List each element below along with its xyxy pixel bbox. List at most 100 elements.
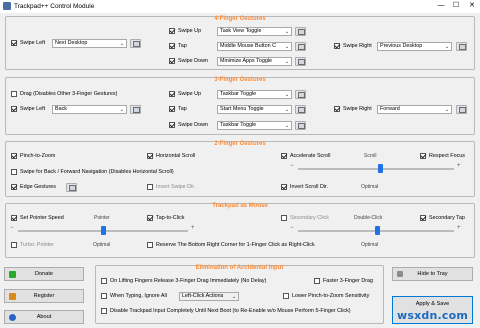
three-swipe-down-settings-button[interactable]: [295, 121, 306, 130]
checkbox[interactable]: [169, 43, 175, 49]
three-swipe-up-select[interactable]: Taskbar Toggle ⌄: [217, 90, 292, 99]
four-swipe-down-settings-button[interactable]: [295, 57, 306, 66]
three-swipe-right-select[interactable]: Forward ⌄: [377, 105, 452, 114]
about-button[interactable]: About: [4, 310, 84, 324]
three-finger-title: 3-Finger Gestures: [214, 77, 266, 83]
maximize-button[interactable]: ☐: [449, 1, 463, 11]
dblclick-label: Double-Click: [354, 215, 383, 221]
four-swipe-left[interactable]: Swipe Left: [11, 40, 45, 46]
checkbox[interactable]: [314, 278, 320, 284]
two-invert-scroll[interactable]: Invert Scroll Dir.: [281, 184, 328, 190]
acc-lifting[interactable]: On Lifting Fingers Release 3-Finger Drag…: [101, 278, 266, 284]
two-edge[interactable]: Edge Gestures: [11, 184, 56, 190]
scroll-slider-track[interactable]: [298, 168, 454, 170]
acc-faster-drag[interactable]: Faster 3-Finger Drag: [314, 278, 373, 284]
checkbox[interactable]: [420, 153, 426, 159]
checkbox[interactable]: [281, 184, 287, 190]
three-swipe-left[interactable]: Swipe Left: [11, 106, 45, 112]
three-tap[interactable]: Tap: [169, 106, 187, 112]
mouse-turbo[interactable]: Turbo: Pointer: [11, 242, 54, 248]
mouse-secondary-click[interactable]: Secondary Click: [281, 215, 329, 221]
dblclick-slider-thumb[interactable]: [375, 226, 381, 235]
edge-settings-button[interactable]: [66, 183, 77, 192]
mouse-secondary-tap[interactable]: Secondary Tap: [420, 215, 465, 221]
checkbox[interactable]: [101, 278, 107, 284]
four-swipe-right-settings-button[interactable]: [456, 42, 467, 51]
checkbox[interactable]: [147, 184, 153, 190]
donate-button[interactable]: Donate: [4, 267, 84, 281]
mouse-reserve-corner[interactable]: Reserve The Bottom Right Corner for 1-Fi…: [147, 242, 315, 248]
pointer-slider-thumb[interactable]: [100, 226, 106, 235]
three-drag[interactable]: Drag (Disables Other 3-Finger Gestures): [11, 91, 117, 97]
three-swipe-right[interactable]: Swipe Right: [334, 106, 372, 112]
checkbox[interactable]: [11, 169, 17, 175]
four-swipe-up-select[interactable]: Task View Toggle ⌄: [217, 27, 292, 36]
three-swipe-right-settings-button[interactable]: [456, 105, 467, 114]
four-tap[interactable]: Tap: [169, 43, 187, 49]
four-swipe-left-select[interactable]: Next Desktop ⌄: [52, 39, 127, 48]
four-tap-settings-button[interactable]: [295, 42, 306, 51]
app-icon: [3, 2, 11, 10]
four-swipe-down[interactable]: Swipe Down: [169, 58, 208, 64]
checkbox[interactable]: [11, 215, 17, 221]
three-swipe-up-settings-button[interactable]: [295, 90, 306, 99]
checkbox[interactable]: [169, 58, 175, 64]
four-swipe-right-select[interactable]: Previous Desktop ⌄: [377, 42, 452, 51]
checkbox[interactable]: [147, 215, 153, 221]
acc-typing[interactable]: When Typing, Ignore All: [101, 293, 167, 299]
checkbox[interactable]: [101, 308, 107, 314]
checkbox[interactable]: [11, 91, 17, 97]
two-invert-swipe[interactable]: Invert Swipe Dir.: [147, 184, 195, 190]
checkbox[interactable]: [11, 184, 17, 190]
three-swipe-up[interactable]: Swipe Up: [169, 91, 201, 97]
two-respect-focus[interactable]: Respect Focus: [420, 153, 465, 159]
three-tap-settings-button[interactable]: [295, 105, 306, 114]
two-accelerate[interactable]: Accelerate Scroll: [281, 153, 330, 159]
checkbox[interactable]: [169, 91, 175, 97]
hide-to-tray-button[interactable]: Hide to Tray: [392, 267, 473, 281]
close-button[interactable]: ✕: [465, 1, 479, 11]
checkbox[interactable]: [283, 293, 289, 299]
checkbox[interactable]: [147, 242, 153, 248]
checkbox[interactable]: [334, 106, 340, 112]
scroll-plus: +: [457, 163, 461, 169]
checkbox[interactable]: [11, 153, 17, 159]
accidental-title: Elimination of Accidental Input: [195, 265, 284, 271]
three-swipe-left-settings-button[interactable]: [130, 105, 141, 114]
three-swipe-down-select[interactable]: Taskbar Toggle ⌄: [217, 121, 292, 130]
three-swipe-left-select[interactable]: Back ⌄: [52, 105, 127, 114]
checkbox[interactable]: [281, 153, 287, 159]
checkbox[interactable]: [11, 242, 17, 248]
checkbox[interactable]: [169, 28, 175, 34]
register-button[interactable]: Register: [4, 289, 84, 303]
checkbox[interactable]: [11, 40, 17, 46]
checkbox[interactable]: [147, 153, 153, 159]
checkbox[interactable]: [169, 122, 175, 128]
three-tap-select[interactable]: Start Menu Toggle ⌄: [217, 105, 292, 114]
scroll-slider-thumb[interactable]: [378, 164, 384, 173]
checkbox[interactable]: [11, 106, 17, 112]
two-pinch[interactable]: Pinch-to-Zoom: [11, 153, 55, 159]
checkbox[interactable]: [169, 106, 175, 112]
acc-disable[interactable]: Disable Trackpad Input Completely Until …: [101, 308, 351, 314]
mouse-pointer-speed[interactable]: Set Pointer Speed: [11, 215, 64, 221]
four-swipe-left-settings-button[interactable]: [130, 39, 141, 48]
two-hscroll[interactable]: Horizontal Scroll: [147, 153, 195, 159]
acc-lower-pinch[interactable]: Lower Pinch-to-Zoom Sensitivity: [283, 293, 369, 299]
three-swipe-down[interactable]: Swipe Down: [169, 122, 208, 128]
four-swipe-down-select[interactable]: Minimize Apps Toggle ⌄: [217, 57, 292, 66]
four-swipe-right[interactable]: Swipe Right: [334, 43, 372, 49]
dblclick-optimal: Optimal: [361, 242, 379, 248]
four-swipe-up-settings-button[interactable]: [295, 27, 306, 36]
checkbox[interactable]: [281, 215, 287, 221]
minimize-button[interactable]: —: [434, 1, 448, 11]
mouse-tap-to-click[interactable]: Tap-to-Click: [147, 215, 184, 221]
checkbox[interactable]: [334, 43, 340, 49]
four-swipe-up[interactable]: Swipe Up: [169, 28, 201, 34]
checkbox[interactable]: [101, 293, 107, 299]
two-swipe-back[interactable]: Swipe for Back / Forward Navigation (Dis…: [11, 169, 174, 175]
four-tap-select[interactable]: Middle Mouse Button C ⌄: [217, 42, 292, 51]
checkbox[interactable]: [420, 215, 426, 221]
key-icon: [9, 293, 16, 300]
typing-ignore-select[interactable]: Left-Click Actions ⌄: [179, 292, 239, 301]
